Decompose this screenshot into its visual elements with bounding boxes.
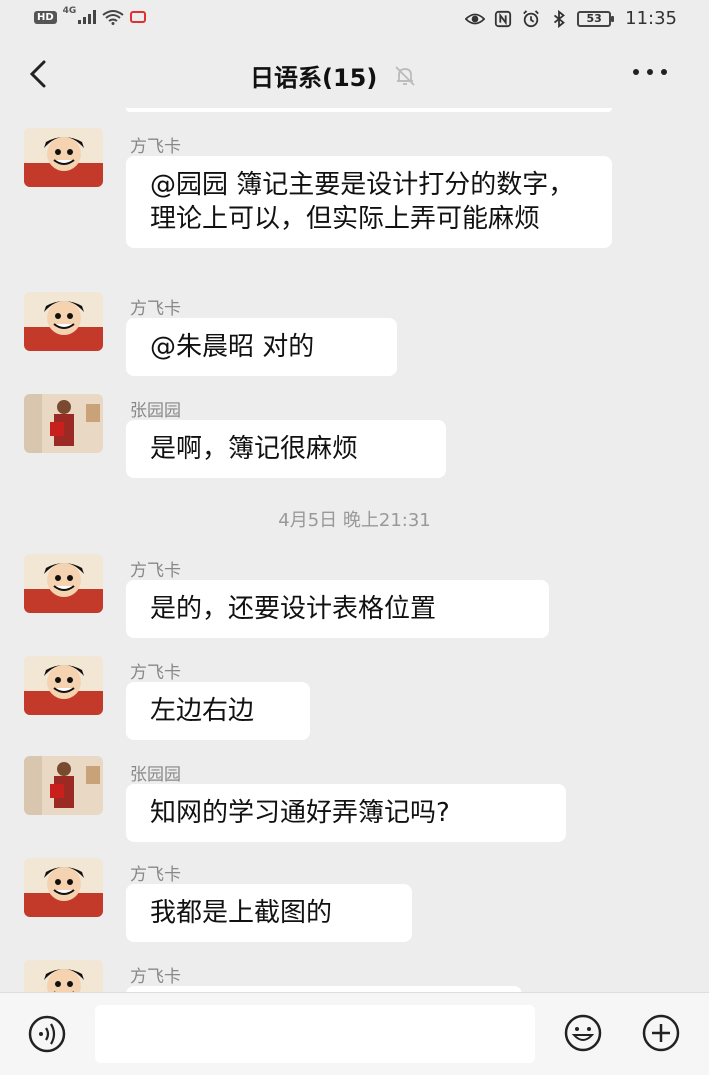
hd-badge: HD <box>34 10 57 24</box>
message-bubble[interactable]: 是的，还要设计表格位置 <box>126 580 549 638</box>
previous-bubble-edge <box>126 108 612 112</box>
chat-history[interactable]: 方飞卡 @园园 簿记主要是设计打分的数字，理论上可以，但实际上弄可能麻烦 方飞卡… <box>0 108 709 992</box>
avatar-luffy[interactable] <box>24 128 103 187</box>
emoji-icon[interactable] <box>556 1013 610 1053</box>
status-time: 11:35 <box>625 8 677 29</box>
eye-icon <box>465 13 486 24</box>
sender-name: 方飞卡 <box>130 137 181 157</box>
chat-title: 日语系(15) <box>250 64 378 92</box>
message-bubble[interactable]: @园园 簿记主要是设计打分的数字，理论上可以，但实际上弄可能麻烦 <box>126 156 612 248</box>
title-group: 日语系(15) <box>250 58 417 93</box>
voice-icon[interactable] <box>20 1015 74 1053</box>
nfc-icon <box>495 10 512 27</box>
sender-name: 张园园 <box>130 765 181 785</box>
avatar-luffy[interactable] <box>24 554 103 613</box>
sender-name: 方飞卡 <box>130 865 181 885</box>
muted-bell-icon <box>395 65 415 86</box>
back-chevron-icon[interactable] <box>22 54 56 94</box>
sender-name: 方飞卡 <box>130 561 181 581</box>
avatar-photo[interactable] <box>24 756 103 815</box>
avatar-luffy[interactable] <box>24 858 103 917</box>
avatar-luffy[interactable] <box>24 656 103 715</box>
chat-header: 日语系(15) <box>0 40 709 108</box>
message-bubble[interactable]: 是啊，簿记很麻烦 <box>126 420 446 478</box>
signal-icon <box>78 10 97 24</box>
message-input[interactable] <box>95 1005 535 1063</box>
message-bubble[interactable]: 左边右边 <box>126 682 310 740</box>
sender-name: 方飞卡 <box>130 299 181 319</box>
message-bubble[interactable]: @朱晨昭 对的 <box>126 318 397 376</box>
bluetooth-icon <box>554 9 566 28</box>
avatar-luffy[interactable] <box>24 960 103 992</box>
battery-icon: 53 <box>577 10 615 27</box>
status-left: HD 4G <box>34 6 147 25</box>
sender-name: 方飞卡 <box>130 663 181 683</box>
alarm-icon <box>523 9 539 27</box>
timestamp: 4月5日 晚上21:31 <box>278 510 431 531</box>
sender-name: 方飞卡 <box>130 967 181 987</box>
avatar-luffy[interactable] <box>24 292 103 351</box>
message-bubble[interactable]: 我都是上截图的 <box>126 884 412 942</box>
message-bubble[interactable]: 知网的学习通好弄簿记吗? <box>126 784 566 842</box>
more-dots-icon[interactable] <box>633 62 673 82</box>
plus-icon[interactable] <box>634 1013 688 1053</box>
notification-icon <box>130 11 147 23</box>
network-type: 4G <box>62 6 77 16</box>
status-bar: HD 4G 53 11:35 <box>0 0 709 40</box>
avatar-photo[interactable] <box>24 394 103 453</box>
status-right: 53 11:35 <box>465 8 677 29</box>
wifi-icon <box>102 10 124 25</box>
sender-name: 张园园 <box>130 401 181 421</box>
input-bar <box>0 992 709 1075</box>
